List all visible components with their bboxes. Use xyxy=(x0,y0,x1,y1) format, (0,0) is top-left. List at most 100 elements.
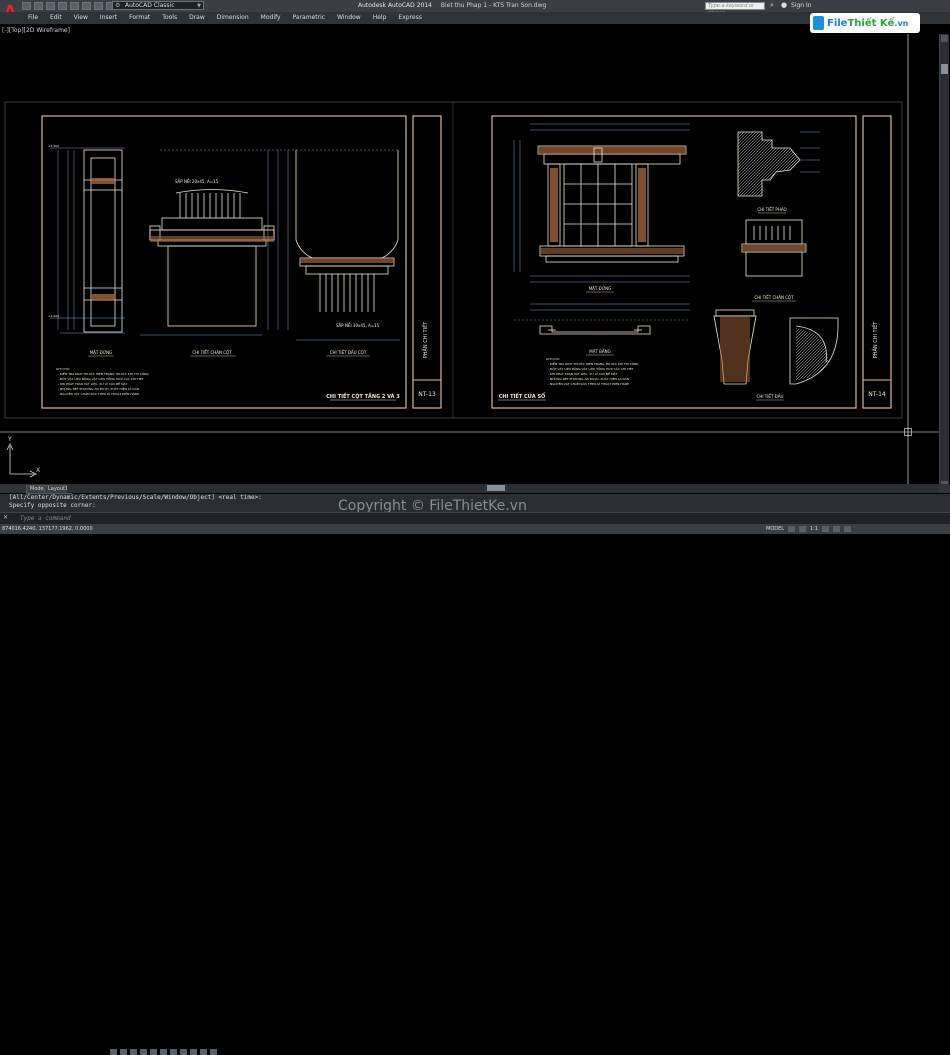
menu-insert[interactable]: Insert xyxy=(94,12,123,24)
column-base-detail xyxy=(149,189,275,327)
note-right-3: - KHI PHÁT TRÁN VẬT LIỆU, XỬ LÝ CÁC BỀ M… xyxy=(548,371,618,376)
brand-part-3: .vn xyxy=(894,18,909,28)
osnap-icon[interactable] xyxy=(150,1049,157,1055)
quick-access-toolbar xyxy=(22,2,115,11)
notes-title-right: GHI CHÚ: xyxy=(546,356,560,361)
quick-properties-icon[interactable] xyxy=(210,1049,217,1055)
scroll-up-icon[interactable] xyxy=(941,35,948,42)
command-input[interactable]: Type a command xyxy=(20,515,420,523)
side-title-left: PHẦN CHI TIẾT xyxy=(421,321,429,359)
ortho-icon[interactable] xyxy=(130,1049,137,1055)
lineweight-icon[interactable] xyxy=(190,1049,197,1055)
lock-icon[interactable] xyxy=(833,526,841,532)
label-right-bracket: CHI TIẾT ĐẦU xyxy=(757,393,784,399)
label-left-elevation: MẶT ĐỨNG xyxy=(90,350,113,355)
horizontal-scrollbar[interactable] xyxy=(67,484,939,493)
close-icon[interactable]: ✕ xyxy=(3,514,8,521)
document-name: Biet thu Phap 1 - KTS Tran Son.dwg xyxy=(440,2,547,9)
menu-view[interactable]: View xyxy=(68,12,94,24)
app-name: Autodesk AutoCAD 2014 xyxy=(358,2,432,9)
brand-part-2: Thiết Kế xyxy=(847,17,895,29)
status-bar: 874016.4240, 137177.1962, 0.0000 MODEL 1… xyxy=(0,524,950,1055)
hscroll-thumb[interactable] xyxy=(487,485,505,491)
brand-mark-icon xyxy=(813,16,824,30)
vertical-scrollbar[interactable] xyxy=(939,34,949,489)
title-block-left xyxy=(412,115,442,409)
side-title-right: PHẦN CHI TIẾT xyxy=(871,321,879,359)
print-icon[interactable] xyxy=(70,2,79,10)
snap-icon[interactable] xyxy=(110,1049,117,1055)
sheet-number-left: NT-13 xyxy=(418,391,436,398)
layout-view-icon[interactable] xyxy=(788,526,796,532)
user-icon[interactable]: ● xyxy=(781,1,787,9)
chevron-down-icon: ▼ xyxy=(197,3,201,9)
workspace-value: AutoCAD Classic xyxy=(125,2,175,9)
notes-right: GHI CHÚ: - KIỂM TRA KÍCH THƯỚC HIỆN TRẠN… xyxy=(546,356,639,386)
undo-icon[interactable] xyxy=(82,2,91,10)
scroll-thumb[interactable] xyxy=(941,64,948,74)
search-icon[interactable]: ⌕ xyxy=(770,1,774,10)
ucs-y-label: Y xyxy=(7,436,12,443)
menu-file[interactable]: File xyxy=(22,12,44,24)
menu-tools[interactable]: Tools xyxy=(156,12,183,24)
menu-express[interactable]: Express xyxy=(392,12,427,24)
svg-text:+5.900: +5.900 xyxy=(48,144,59,148)
drawing-canvas[interactable]: PHẦN CHI TIẾT NT-13 +5.900 +2.900 MẶT ĐỨ… xyxy=(0,34,950,489)
label-right-cornice: CHI TIẾT PHÀO xyxy=(757,206,786,212)
menu-format[interactable]: Format xyxy=(123,12,156,24)
brand-part-1: File xyxy=(827,17,848,29)
dyn-icon[interactable] xyxy=(180,1049,187,1055)
menu-dimension[interactable]: Dimension xyxy=(211,12,255,24)
svg-text:+2.900: +2.900 xyxy=(48,314,59,318)
title-block-right xyxy=(862,115,892,409)
grid-icon[interactable] xyxy=(120,1049,127,1055)
menu-help[interactable]: Help xyxy=(367,12,393,24)
workspace-select[interactable]: ⚙ AutoCAD Classic ▼ xyxy=(112,1,204,10)
window-title: Autodesk AutoCAD 2014 Biet thu Phap 1 - … xyxy=(358,1,546,11)
otrack-icon[interactable] xyxy=(160,1049,167,1055)
brand-text: FileThiết Kế.vn xyxy=(827,18,908,29)
column-head-detail xyxy=(295,150,399,312)
label-right-base: CHI TIẾT CHÂN CỘT xyxy=(754,294,794,300)
menu-parametric[interactable]: Parametric xyxy=(287,12,332,24)
sheet-number-right: NT-14 xyxy=(868,391,886,398)
notes-left: GHI CHÚ: - KIỂM TRA KÍCH THƯỚC HIỆN TRẠN… xyxy=(56,366,149,396)
note-left-1: - KIỂM TRA KÍCH THƯỚC HIỆN TRẠNG TRƯỚC K… xyxy=(58,371,149,376)
menu-edit[interactable]: Edit xyxy=(44,12,68,24)
open-icon[interactable] xyxy=(34,2,43,10)
new-icon[interactable] xyxy=(22,2,31,10)
redo-icon[interactable] xyxy=(94,2,103,10)
note-right-4: - NHỮNG NÉT PHƯƠNG ÁN ĐƯỢC XUẤT HIỆN LÀ … xyxy=(548,376,629,381)
annotation-scale[interactable]: 1:1 xyxy=(810,525,818,533)
note-left-5: - NGUYÊN VẬT CHĂM SÓC THEO KĨ THUẬT HIỆN… xyxy=(58,391,139,396)
ucs-x-label: X xyxy=(36,467,40,474)
menu-modify[interactable]: Modify xyxy=(255,12,287,24)
column-elevation xyxy=(83,149,123,333)
viewport-label[interactable]: [-][Top][2D Wireframe] xyxy=(2,27,70,34)
polar-icon[interactable] xyxy=(140,1049,147,1055)
note-right-5: - NGUYÊN VẬT CHĂM SÓC THEO KĨ THUẬT HIỆN… xyxy=(548,381,629,386)
label-right-elevation: MẶT ĐỨNG xyxy=(589,286,612,291)
ducs-icon[interactable] xyxy=(170,1049,177,1055)
sheet-nt-13: PHẦN CHI TIẾT NT-13 +5.900 +2.900 MẶT ĐỨ… xyxy=(41,115,442,409)
menu-draw[interactable]: Draw xyxy=(183,12,211,24)
transparency-icon[interactable] xyxy=(200,1049,207,1055)
note-left-3: - KHI PHÁT TRÁN VẬT LIỆU, XỬ LÝ CÁC BỀ M… xyxy=(58,381,128,386)
menu-window[interactable]: Window xyxy=(331,12,367,24)
save-as-icon[interactable] xyxy=(58,2,67,10)
note-left-4: - NHỮNG NÉT PHƯƠNG ÁN ĐƯỢC XUẤT HIỆN LÀ … xyxy=(58,386,139,391)
sign-in-link[interactable]: Sign In xyxy=(791,1,812,11)
save-icon[interactable] xyxy=(46,2,55,10)
label-left-base: CHI TIẾT CHÂN CỘT xyxy=(192,349,232,355)
clean-screen-icon[interactable] xyxy=(844,526,852,532)
model-space-button[interactable]: MODEL xyxy=(766,525,784,533)
window-elevation xyxy=(537,145,687,263)
workspace-icon[interactable] xyxy=(822,526,830,532)
title-bar: A ⚙ AutoCAD Classic ▼ Autodesk AutoCAD 2… xyxy=(0,0,950,20)
sheet-title-left: CHI TIẾT CỘT TẦNG 2 VÀ 3 xyxy=(326,391,400,400)
annotation-icon[interactable] xyxy=(799,526,807,532)
label-right-plan: MẶT BẰNG xyxy=(589,349,610,354)
note-bottom: SẮP NỀI 30x45, A=15 xyxy=(336,323,380,328)
search-input[interactable]: Type a keyword or phrase xyxy=(705,2,765,16)
sheet-title-right: CHI TIẾT CỬA SỔ xyxy=(499,392,546,400)
